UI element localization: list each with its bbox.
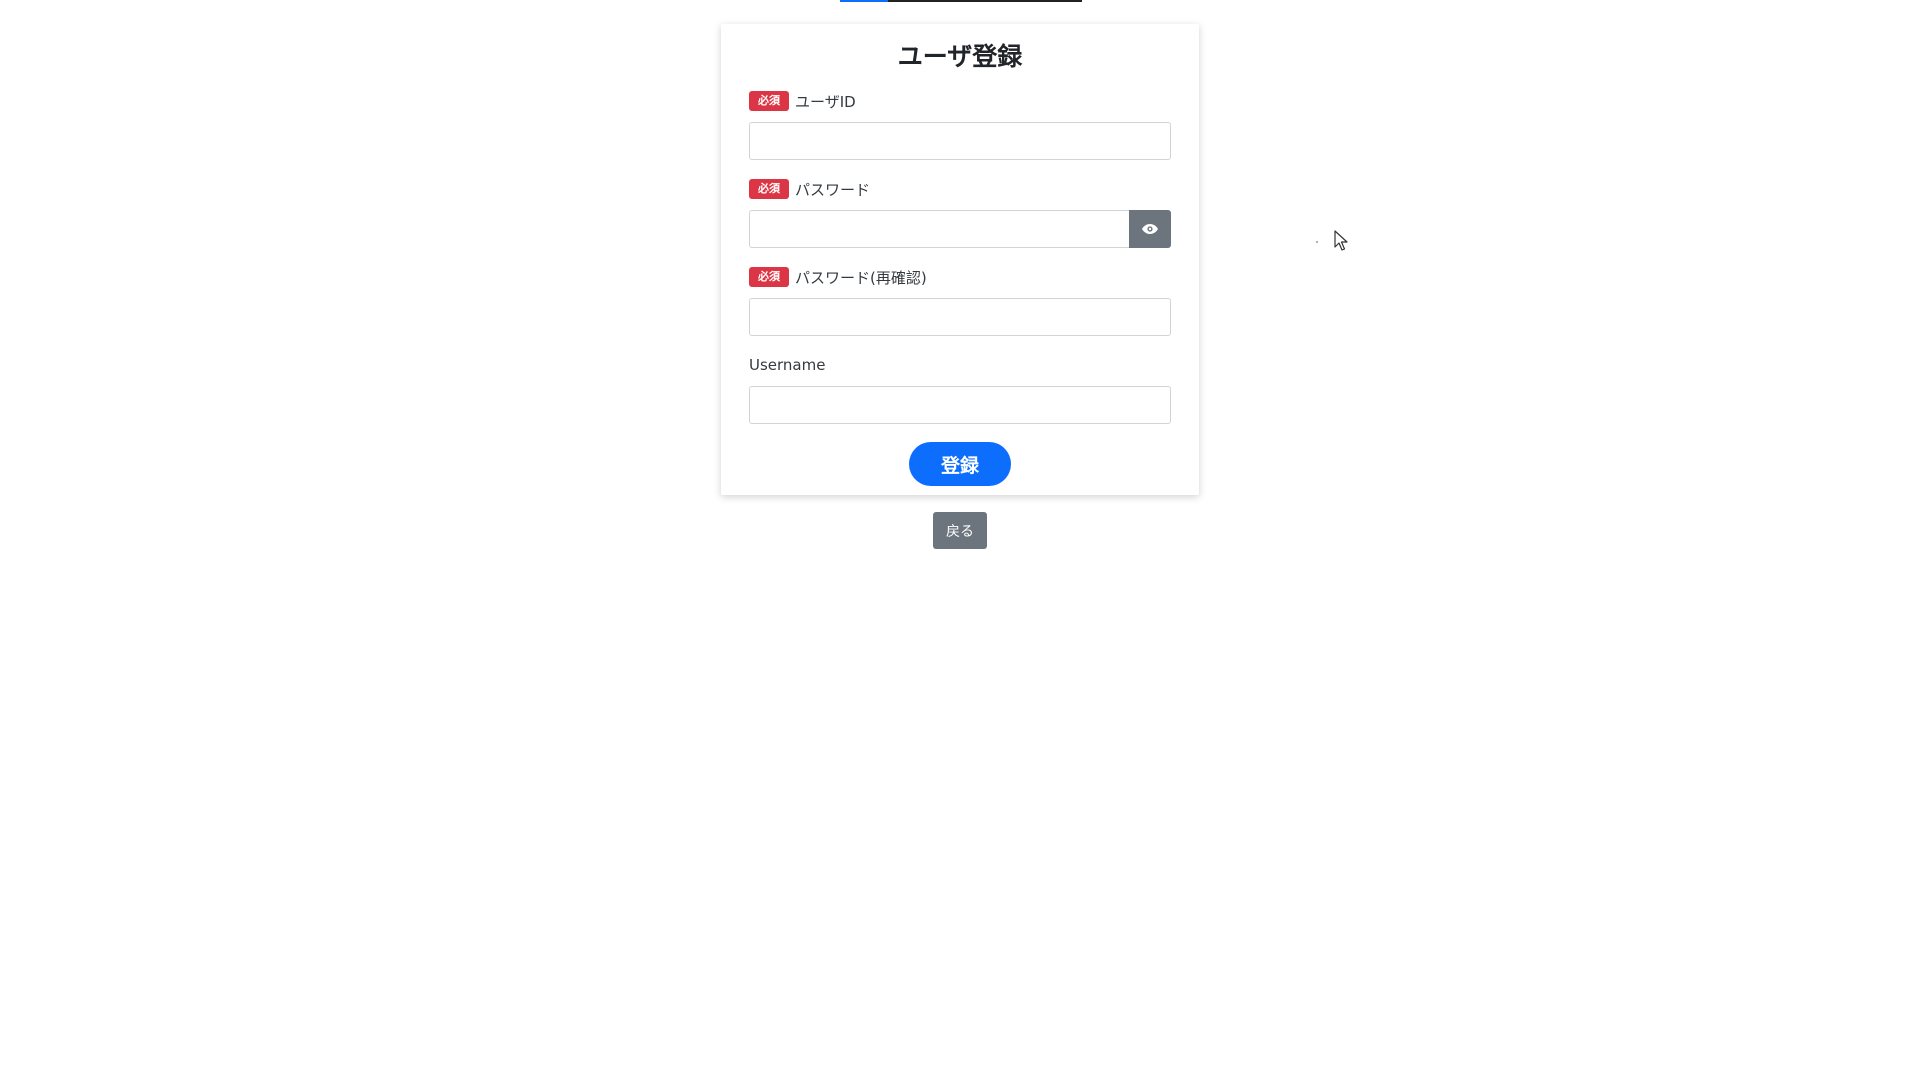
back-button[interactable]: 戻る — [933, 512, 987, 549]
password-confirm-field-group: 必須 パスワード(再確認) — [749, 266, 1171, 336]
password-field-group: 必須 パスワード — [749, 178, 1171, 248]
show-password-button[interactable] — [1129, 210, 1171, 248]
stray-dot — [1316, 241, 1318, 243]
username-label: Username — [749, 356, 826, 374]
password-confirm-label-row: 必須 パスワード(再確認) — [749, 266, 1171, 288]
password-confirm-input[interactable] — [749, 298, 1171, 336]
submit-row: 登録 — [749, 442, 1171, 486]
required-badge: 必須 — [749, 179, 789, 199]
required-badge: 必須 — [749, 267, 789, 287]
user-id-label: ユーザID — [795, 92, 856, 111]
mouse-cursor-icon — [1334, 230, 1348, 251]
password-input-group — [749, 210, 1171, 248]
password-input[interactable] — [749, 210, 1129, 248]
username-input[interactable] — [749, 386, 1171, 424]
username-label-row: Username — [749, 354, 1171, 376]
password-label-row: 必須 パスワード — [749, 178, 1171, 200]
username-field-group: Username — [749, 354, 1171, 424]
registration-card: ユーザ登録 必須 ユーザID 必須 パスワード 必須 パスワード(再確認) Us… — [721, 24, 1199, 495]
password-confirm-label: パスワード(再確認) — [795, 268, 927, 287]
user-id-label-row: 必須 ユーザID — [749, 90, 1171, 112]
password-label: パスワード — [795, 180, 871, 199]
user-id-input[interactable] — [749, 122, 1171, 160]
page-title: ユーザ登録 — [897, 42, 1023, 71]
top-nav-active-indicator — [840, 0, 888, 2]
register-button[interactable]: 登録 — [909, 442, 1011, 486]
top-nav-underline — [840, 0, 1082, 2]
user-id-field-group: 必須 ユーザID — [749, 90, 1171, 160]
required-badge: 必須 — [749, 91, 789, 111]
eye-icon — [1142, 224, 1158, 234]
